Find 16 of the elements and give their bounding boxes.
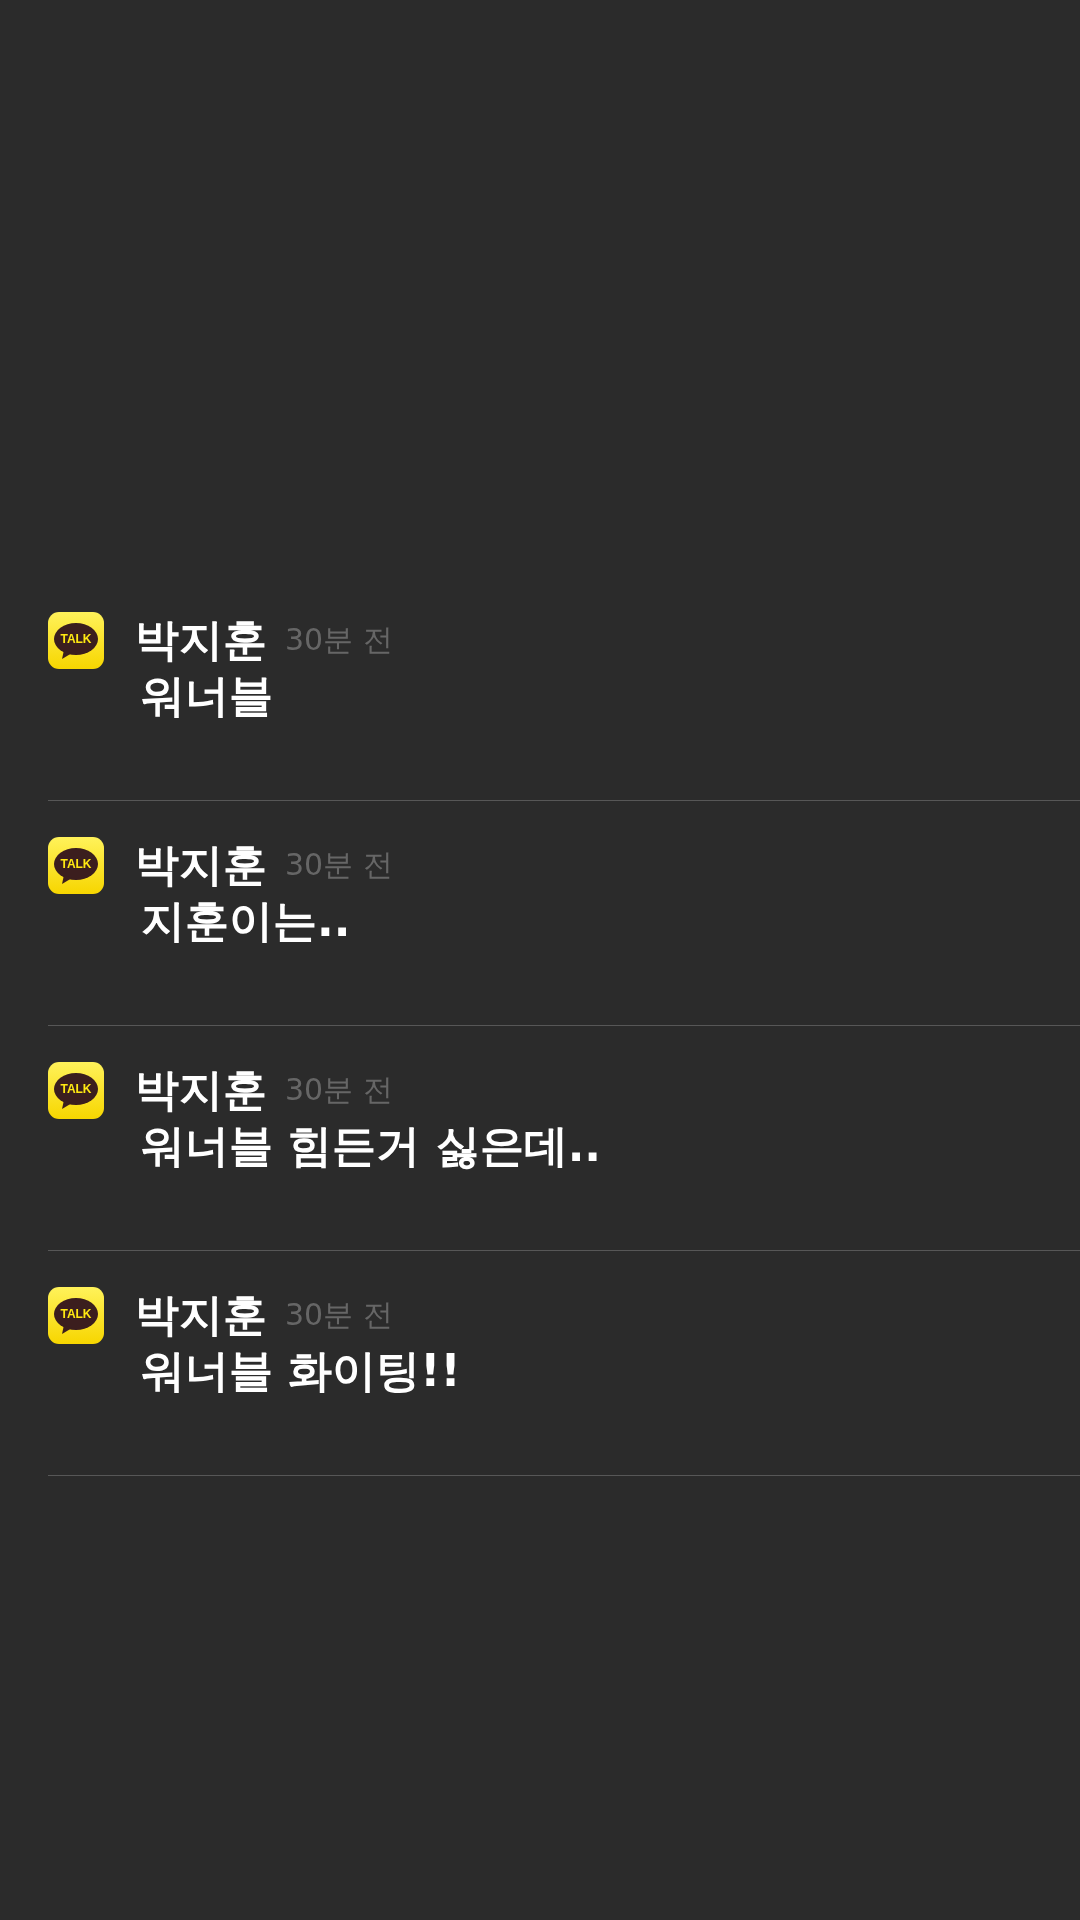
chat-app-icon: TALK bbox=[48, 837, 104, 894]
sender-name: 박지훈 bbox=[135, 1293, 267, 1337]
sender-name: 박지훈 bbox=[135, 843, 267, 887]
sender-name: 박지훈 bbox=[135, 1068, 267, 1112]
chat-app-icon: TALK bbox=[48, 612, 104, 669]
message-text: 지훈이는.. bbox=[141, 899, 351, 943]
message-text: 워너블 bbox=[141, 674, 273, 718]
timestamp: 30분 전 bbox=[285, 850, 393, 880]
chat-app-icon: TALK bbox=[48, 1062, 104, 1119]
timestamp: 30분 전 bbox=[285, 625, 393, 655]
message-text: 워너블 힘든거 싫은데.. bbox=[141, 1124, 602, 1168]
chat-app-icon: TALK bbox=[48, 1287, 104, 1344]
sender-name: 박지훈 bbox=[135, 618, 267, 662]
timestamp: 30분 전 bbox=[285, 1075, 393, 1105]
timestamp: 30분 전 bbox=[285, 1300, 393, 1330]
message-text: 워너블 화이팅!! bbox=[141, 1349, 461, 1393]
